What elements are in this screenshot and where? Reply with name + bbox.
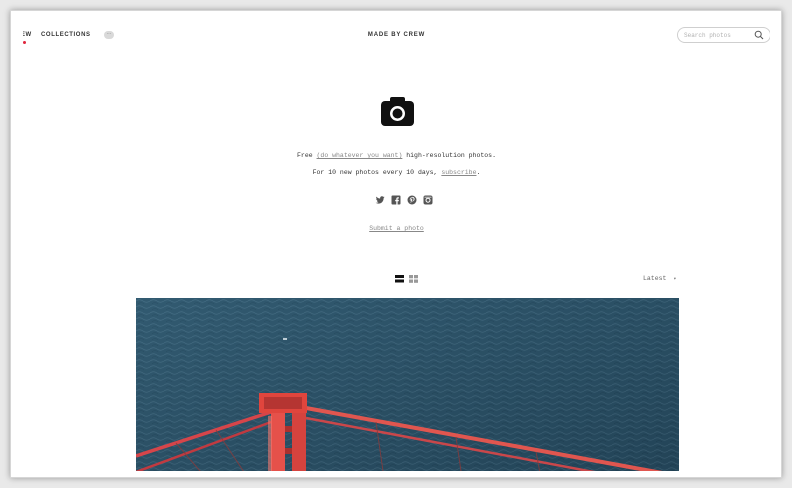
search-box[interactable] xyxy=(677,27,770,43)
grid-view-icon[interactable] xyxy=(409,275,418,283)
sort-dropdown[interactable]: Latest ▾ xyxy=(643,275,676,282)
nav-active-indicator xyxy=(23,41,26,44)
camera-icon xyxy=(381,97,414,126)
chevron-down-icon: ▾ xyxy=(673,276,677,282)
search-icon[interactable] xyxy=(754,30,764,40)
brand-link[interactable]: MADE BY CREW xyxy=(23,32,770,38)
license-link[interactable]: (do whatever you want) xyxy=(317,152,403,159)
tagline-prefix: Free xyxy=(297,152,317,159)
top-nav: EW COLLECTIONS ··· MADE BY CREW xyxy=(23,19,770,49)
instagram-icon[interactable] xyxy=(423,192,433,205)
single-column-view-icon[interactable] xyxy=(395,275,404,283)
facebook-icon[interactable] xyxy=(391,192,401,205)
bridge-photo-image xyxy=(136,298,679,471)
social-links xyxy=(363,192,433,205)
subscribe-line: For 10 new photos every 10 days, subscri… xyxy=(23,169,770,176)
browser-frame: EW COLLECTIONS ··· MADE BY CREW Free (do… xyxy=(10,10,782,478)
subscribe-suffix: . xyxy=(476,169,481,176)
submit-photo-row: Submit a photo xyxy=(23,225,770,232)
submit-photo-link[interactable]: Submit a photo xyxy=(369,225,424,232)
subscribe-link[interactable]: subscribe xyxy=(441,169,476,176)
pinterest-icon[interactable] xyxy=(407,192,417,205)
featured-photo[interactable] xyxy=(136,298,679,471)
twitter-icon[interactable] xyxy=(375,192,385,204)
search-input[interactable] xyxy=(684,31,750,40)
subscribe-prefix: For 10 new photos every 10 days, xyxy=(312,169,442,176)
tagline-suffix: high-resolution photos. xyxy=(402,152,496,159)
tagline: Free (do whatever you want) high-resolut… xyxy=(23,152,770,159)
page-viewport: EW COLLECTIONS ··· MADE BY CREW Free (do… xyxy=(23,19,770,471)
sort-label: Latest xyxy=(643,275,667,282)
